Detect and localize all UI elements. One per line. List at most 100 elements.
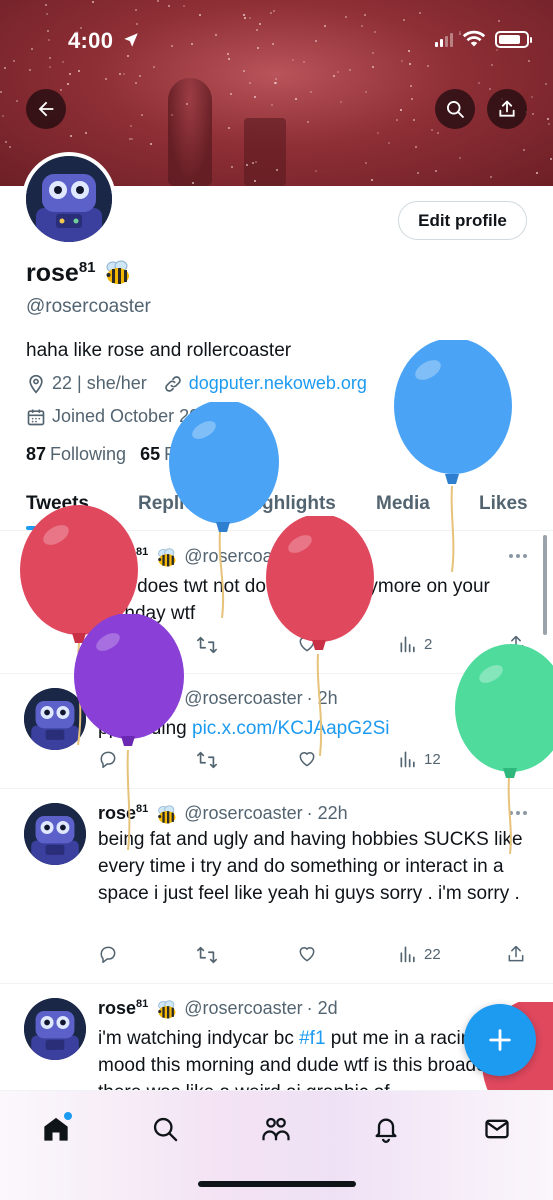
search-button[interactable] (435, 89, 475, 129)
tweet-media-link[interactable]: pic.x.com/KCJAapG2Si (192, 718, 389, 739)
retweet-icon (196, 944, 218, 966)
location-arrow-icon (124, 33, 138, 47)
share-button[interactable] (506, 634, 526, 654)
banner-speck (547, 118, 550, 121)
share-button[interactable] (487, 89, 527, 129)
share-button[interactable] (506, 944, 526, 964)
tweet-avatar[interactable] (24, 688, 86, 750)
calendar-icon (27, 409, 45, 425)
banner-speck (337, 71, 340, 74)
banner-speck (149, 142, 152, 145)
banner-speck (370, 178, 373, 181)
banner-speck (407, 49, 410, 52)
banner-speck (431, 128, 434, 131)
banner-speck (249, 16, 252, 19)
retweet-icon (196, 749, 218, 771)
banner-speck (530, 95, 533, 98)
like-icon (297, 944, 317, 964)
reply-icon (98, 749, 118, 769)
tab-tweets[interactable]: Tweets (26, 493, 89, 515)
scrollbar[interactable] (543, 535, 547, 635)
tab-media[interactable]: Media (376, 493, 430, 515)
bee-emoji-icon (148, 688, 178, 715)
tab-highlights[interactable]: Highlights (243, 493, 336, 515)
reply-icon (98, 944, 118, 964)
banner-speck (306, 121, 309, 124)
nav-messages[interactable] (477, 1109, 517, 1149)
more-icon[interactable] (509, 811, 527, 815)
banner-speck (191, 181, 194, 184)
views-count: 12 (424, 750, 441, 768)
tweet-avatar[interactable] (24, 546, 86, 608)
banner-speck (47, 39, 50, 42)
banner-speck (396, 118, 399, 121)
followers-count: 65 (140, 444, 161, 464)
tweet-avatar[interactable] (24, 998, 86, 1060)
reply-icon (98, 634, 118, 654)
views-button[interactable]: 2 (398, 634, 432, 654)
retweet-button[interactable] (196, 944, 218, 966)
nav-home[interactable] (36, 1109, 76, 1149)
reply-button[interactable] (98, 749, 118, 769)
search-icon (153, 1117, 178, 1142)
website-link[interactable]: dogputer.nekoweb.org (189, 373, 367, 394)
banner-speck (85, 131, 88, 134)
tweet-item[interactable]: rose81 @rosercoaster · 2h ppl wilding pi… (0, 674, 553, 789)
banner-speck (16, 99, 18, 102)
banner-speck (497, 19, 500, 22)
followers-link[interactable]: 65 Followers (140, 444, 241, 465)
tweet-text: ppl wilding pic.x.com/KCJAapG2Si (98, 718, 390, 739)
banner-speck (436, 131, 439, 134)
tweet-handle: @rosercoaster (184, 803, 303, 823)
communities-icon (262, 1117, 290, 1141)
like-button[interactable] (297, 749, 317, 769)
banner-speck (274, 82, 277, 85)
banner-speck (427, 65, 430, 68)
banner-speck (361, 25, 363, 28)
tab-likes[interactable]: Likes (479, 493, 528, 515)
views-button[interactable]: 22 (398, 944, 441, 964)
nav-search[interactable] (145, 1109, 185, 1149)
tweet-item[interactable]: rose81 @rosercoaster · 1m wait does twt … (0, 532, 553, 674)
edit-profile-button[interactable]: Edit profile (398, 201, 527, 240)
reply-button[interactable] (98, 944, 118, 964)
banner-speck (528, 60, 531, 63)
reply-button[interactable] (98, 634, 118, 654)
share-button[interactable] (506, 749, 526, 769)
compose-button[interactable] (464, 1004, 536, 1076)
views-count: 22 (424, 945, 441, 963)
retweet-button[interactable] (196, 749, 218, 771)
views-icon (398, 944, 418, 964)
banner-speck (495, 49, 498, 52)
banner-speck (416, 171, 419, 174)
nav-communities[interactable] (256, 1109, 296, 1149)
banner-speck (2, 115, 5, 118)
following-link[interactable]: 87 Following (26, 444, 126, 465)
views-button[interactable]: 12 (398, 749, 441, 769)
banner-speck (365, 161, 368, 164)
banner-speck (309, 90, 312, 93)
banner-speck (348, 68, 351, 71)
nav-notifications[interactable] (366, 1109, 406, 1149)
tweet-header: rose81 @rosercoaster · 2h (98, 688, 338, 715)
hashtag-link[interactable]: #f1 (299, 1028, 325, 1049)
like-icon (297, 634, 317, 654)
banner-speck (230, 166, 233, 169)
tweet-item[interactable]: rose81 @rosercoaster · 22h being fat and… (0, 789, 553, 984)
share-icon (506, 634, 526, 654)
mail-icon (485, 1119, 509, 1139)
tweet-avatar[interactable] (24, 803, 86, 865)
banner-speck (314, 40, 317, 43)
tab-replies[interactable]: Replies (138, 493, 206, 515)
bee-emoji-icon (148, 546, 178, 573)
banner-speck (134, 82, 137, 85)
more-icon[interactable] (509, 554, 527, 558)
like-button[interactable] (297, 944, 317, 964)
like-icon (297, 749, 317, 769)
profile-avatar[interactable] (22, 152, 116, 246)
following-label: Following (50, 444, 127, 464)
back-button[interactable] (26, 89, 66, 129)
retweet-button[interactable] (196, 634, 218, 656)
more-icon[interactable] (509, 696, 527, 700)
like-button[interactable] (297, 634, 317, 654)
